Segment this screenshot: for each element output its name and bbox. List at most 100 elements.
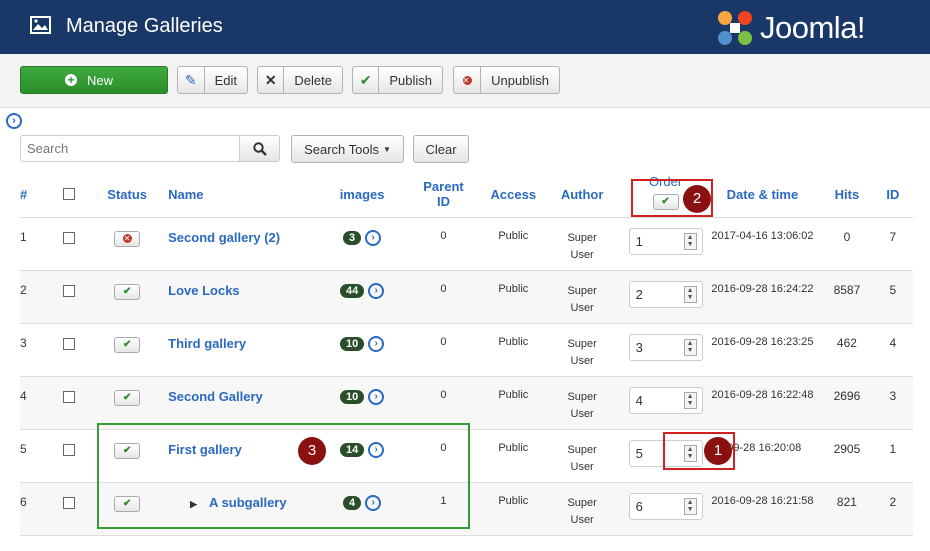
- callout-1: 1: [704, 437, 732, 465]
- row-order: 1 ▲ ▼: [627, 217, 704, 271]
- row-checkbox[interactable]: [63, 390, 76, 403]
- order-input[interactable]: 3 ▲ ▼: [628, 333, 703, 361]
- row-id: 3: [872, 376, 913, 430]
- gallery-name-link[interactable]: Second gallery (2): [168, 230, 280, 245]
- row-parent: 0: [397, 270, 490, 324]
- col-parent-id[interactable]: Parent ID: [397, 172, 490, 218]
- highlight-subgallery: [97, 423, 470, 529]
- row-checkbox[interactable]: [63, 284, 76, 297]
- publish-label: Publish: [389, 72, 432, 88]
- row-order: 6 ▲ ▼: [627, 482, 704, 536]
- gallery-name-link[interactable]: Second Gallery: [168, 389, 263, 404]
- row-check: [44, 376, 95, 430]
- check-icon: ✔: [353, 67, 380, 93]
- row-access: Public: [489, 429, 537, 483]
- caret-down-icon: ▼: [383, 144, 391, 154]
- row-id: 2: [872, 482, 913, 536]
- published-check-icon: ✔: [122, 391, 132, 403]
- order-input[interactable]: 4 ▲ ▼: [628, 386, 703, 414]
- row-num: 2: [20, 270, 45, 324]
- col-hits[interactable]: Hits: [821, 172, 873, 218]
- status-toggle-button[interactable]: ✔: [114, 336, 141, 353]
- select-all-checkbox[interactable]: [63, 187, 76, 200]
- row-date: 2016-09-28 16:24:22: [703, 270, 822, 324]
- row-order: 4 ▲ ▼: [627, 376, 704, 430]
- row-checkbox[interactable]: [63, 231, 76, 244]
- author-last: User: [570, 460, 594, 473]
- search-tools-button[interactable]: Search Tools ▼: [291, 135, 404, 163]
- parent-id-label: ID: [436, 194, 450, 210]
- row-access: Public: [489, 482, 537, 536]
- arrow-circle-right-icon[interactable]: ›: [368, 335, 385, 352]
- search-button[interactable]: [239, 135, 280, 162]
- row-check: [44, 482, 95, 536]
- images-count-badge: 10: [339, 336, 365, 351]
- order-spinner[interactable]: ▲ ▼: [683, 285, 697, 303]
- order-input[interactable]: 6 ▲ ▼: [628, 492, 703, 520]
- row-date: 2016-09-28 16:22:48: [703, 376, 822, 430]
- gallery-name-link[interactable]: Third gallery: [168, 336, 246, 351]
- order-spinner[interactable]: ▲ ▼: [683, 338, 697, 356]
- edit-label: Edit: [214, 72, 237, 88]
- row-date: 2017-04-16 13:06:02: [703, 217, 822, 271]
- order-spinner[interactable]: ▲ ▼: [683, 497, 697, 515]
- sidebar-toggle-icon[interactable]: ›: [6, 113, 22, 129]
- author-last: User: [570, 407, 594, 420]
- col-author[interactable]: Author: [536, 172, 628, 218]
- row-checkbox[interactable]: [63, 337, 76, 350]
- unpublish-button[interactable]: ✕ Unpublish: [453, 66, 560, 94]
- col-name[interactable]: Name: [160, 172, 328, 218]
- joomla-logo: Joomla!: [716, 8, 866, 48]
- arrow-circle-right-icon[interactable]: ›: [365, 229, 382, 246]
- arrow-circle-right-icon[interactable]: ›: [368, 388, 385, 405]
- publish-button[interactable]: ✔ Publish: [352, 66, 443, 94]
- delete-button[interactable]: ✕ Delete: [257, 66, 343, 94]
- row-access: Public: [489, 323, 537, 377]
- images-count-badge: 10: [339, 389, 365, 404]
- order-spinner[interactable]: ▲ ▼: [683, 391, 697, 409]
- col-status[interactable]: Status: [94, 172, 161, 218]
- row-checkbox[interactable]: [63, 496, 76, 509]
- table-row: 2 ✔ Love Locks 44 › 0 Public Super User 2 ▲ ▼ 2016-0…: [20, 270, 913, 324]
- edit-icon: ✎: [178, 67, 205, 93]
- published-check-icon: ✔: [122, 285, 132, 297]
- order-value: 1: [635, 233, 643, 249]
- author-first: Super: [567, 496, 597, 509]
- col-date[interactable]: Date & time: [703, 172, 822, 218]
- col-id[interactable]: ID: [872, 172, 913, 218]
- author-last: User: [570, 354, 594, 367]
- status-toggle-button[interactable]: ✔: [114, 389, 141, 406]
- status-toggle-button[interactable]: ✕: [114, 230, 141, 247]
- table-row: 3 ✔ Third gallery 10 › 0 Public Super User 3 ▲ ▼ 201…: [20, 323, 913, 377]
- row-date: 2016-09-28 16:21:58: [703, 482, 822, 536]
- row-status: ✕: [94, 217, 161, 271]
- status-toggle-button[interactable]: ✔: [114, 283, 141, 300]
- row-images: 44 ›: [327, 270, 398, 324]
- arrow-circle-right-icon[interactable]: ›: [368, 282, 385, 299]
- col-images[interactable]: images: [327, 172, 398, 218]
- search-tools-label: Search Tools: [304, 141, 379, 157]
- images-count-badge: 44: [339, 283, 365, 298]
- row-author: Super User: [536, 482, 628, 536]
- row-num: 1: [20, 217, 45, 271]
- table-row: 4 ✔ Second Gallery 10 › 0 Public Super User 4 ▲ ▼ 20…: [20, 376, 913, 430]
- order-input[interactable]: 1 ▲ ▼: [628, 227, 703, 255]
- row-hits: 462: [821, 323, 873, 377]
- order-input[interactable]: 2 ▲ ▼: [628, 280, 703, 308]
- clear-button[interactable]: Clear: [413, 135, 469, 163]
- gallery-name-link[interactable]: Love Locks: [168, 283, 240, 298]
- search-input[interactable]: [20, 135, 240, 162]
- author-first: Super: [567, 337, 597, 350]
- row-hits: 0: [821, 217, 873, 271]
- author-first: Super: [567, 443, 597, 456]
- row-date: 2016-09-28 16:23:25: [703, 323, 822, 377]
- col-access[interactable]: Access: [489, 172, 537, 218]
- order-spinner[interactable]: ▲ ▼: [683, 232, 697, 250]
- edit-button[interactable]: ✎ Edit: [177, 66, 248, 94]
- row-images: 10 ›: [327, 323, 398, 377]
- new-button[interactable]: + New: [20, 66, 168, 94]
- row-checkbox[interactable]: [63, 443, 76, 456]
- order-value: 4: [635, 392, 643, 408]
- unpublished-x-icon: ✕: [122, 233, 132, 243]
- row-num: 3: [20, 323, 45, 377]
